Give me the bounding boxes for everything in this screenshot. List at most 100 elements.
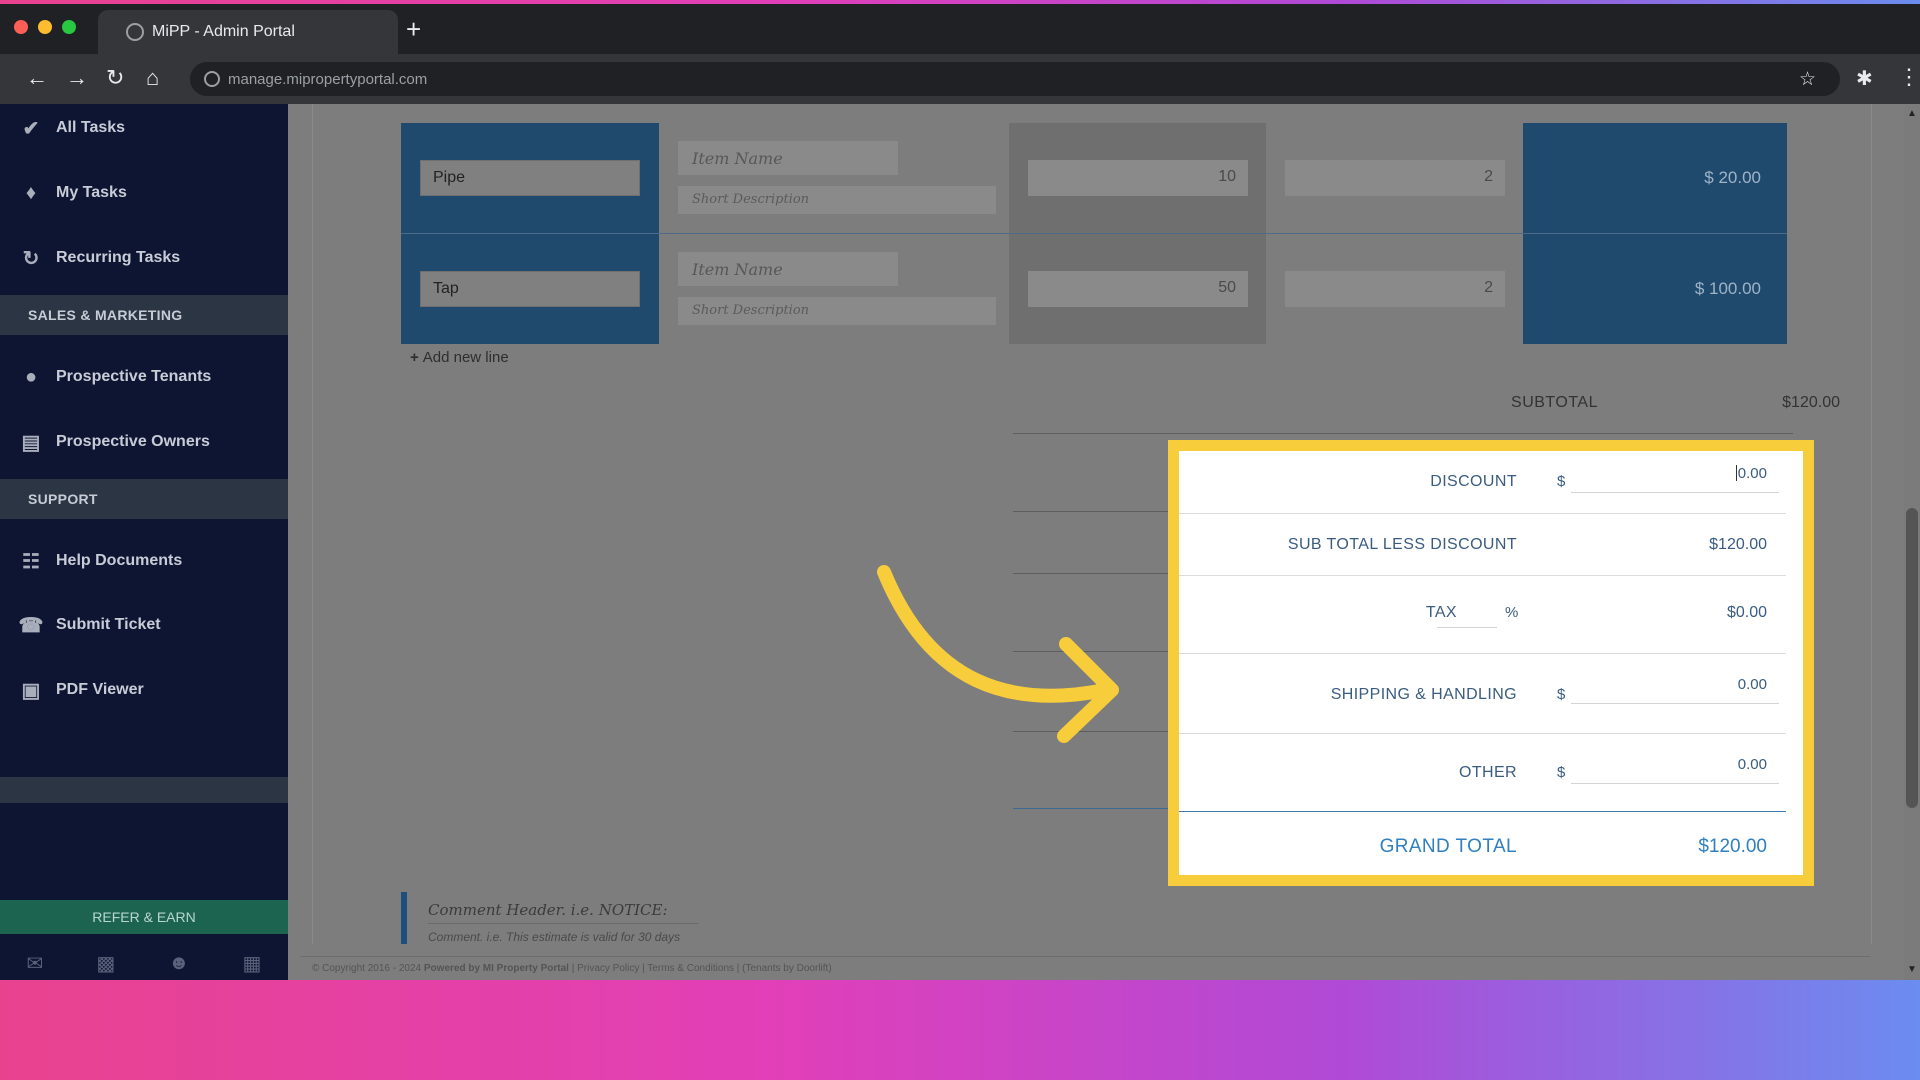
item-name-input[interactable]: Item Name [678, 141, 898, 175]
line-item-amount: $ 20.00 [1523, 123, 1787, 233]
subtotal-value: $120.00 [1782, 394, 1840, 411]
sidebar-section-sales: SALES & MARKETING [0, 295, 288, 335]
sidebar-item-label: Help Documents [56, 552, 183, 569]
user-icon[interactable]: ☻ [168, 952, 189, 975]
users-icon: ● [24, 365, 38, 388]
minimize-window-button[interactable] [38, 20, 52, 34]
comment-accent-bar [401, 892, 407, 944]
sub-total-less-discount-label: SUB TOTAL LESS DISCOUNT [1287, 536, 1517, 553]
discount-label: DISCOUNT [1430, 473, 1517, 490]
line-item-rate-cell: 2 [1266, 123, 1523, 233]
shipping-input[interactable]: 0.00 [1571, 672, 1779, 704]
line-item-row: Pipe Item Name Short Description 10 2 $ … [401, 123, 1787, 233]
currency-symbol: $ [1557, 473, 1566, 490]
scroll-thumb[interactable] [1906, 508, 1918, 808]
other-row: OTHER $ 0.00 [1179, 734, 1803, 811]
sub-total-less-discount-value: $120.00 [1709, 536, 1767, 553]
refresh-icon: ↻ [22, 247, 40, 270]
back-icon[interactable]: ← [26, 66, 48, 90]
comment-header-input[interactable]: Comment Header. i.e. NOTICE: [428, 901, 698, 924]
other-label: OTHER [1459, 764, 1517, 781]
line-item-rate-input[interactable]: 2 [1285, 271, 1505, 307]
line-item-name-input[interactable]: Pipe [420, 160, 640, 196]
line-item-name-input[interactable]: Tap [420, 271, 640, 307]
sidebar: ✔ All Tasks ♦ My Tasks ↻ Recurring Tasks… [0, 104, 288, 980]
tab-strip: MiPP - Admin Portal + [0, 4, 1920, 54]
other-input[interactable]: 0.00 [1571, 752, 1779, 784]
add-new-line-link[interactable]: + Add new line [410, 349, 509, 366]
url-text: manage.mipropertyportal.com [228, 70, 428, 88]
sidebar-item-label: Submit Ticket [56, 616, 161, 633]
briefcase-icon[interactable]: ▩ [96, 951, 115, 976]
sidebar-item-submit-ticket[interactable]: ☎ Submit Ticket [0, 597, 288, 653]
tenants-credit: (Tenants by Doorlift) [742, 963, 832, 974]
sidebar-item-help-documents[interactable]: ☷ Help Documents [0, 533, 288, 589]
tax-percent-symbol: % [1505, 604, 1519, 621]
sidebar-item-pdf-viewer[interactable]: ▣ PDF Viewer [0, 662, 288, 718]
new-tab-button[interactable]: + [406, 16, 421, 42]
tag-icon: ♦ [25, 181, 37, 204]
site-info-icon[interactable] [204, 71, 220, 87]
line-item-qty-input[interactable]: 10 [1028, 160, 1248, 196]
home-icon[interactable]: ⌂ [146, 66, 159, 90]
sidebar-item-prospective-owners[interactable]: ▤ Prospective Owners [0, 414, 288, 470]
tax-value: $0.00 [1726, 604, 1767, 621]
line-item-desc-cell: Item Name Short Description [659, 234, 1009, 344]
page-scrollbar[interactable]: ▲ ▼ [1904, 104, 1920, 980]
close-window-button[interactable] [14, 20, 28, 34]
maximize-window-button[interactable] [62, 20, 76, 34]
sidebar-item-label: My Tasks [56, 184, 127, 201]
powered-by-link[interactable]: Powered by MI Property Portal [424, 963, 569, 974]
footer-links[interactable]: | Privacy Policy | Terms & Conditions | [572, 963, 740, 974]
sidebar-item-my-tasks[interactable]: ♦ My Tasks [0, 165, 288, 221]
currency-symbol: $ [1557, 686, 1566, 703]
sidebar-item-all-tasks[interactable]: ✔ All Tasks [0, 104, 288, 152]
divider [1013, 573, 1173, 574]
extensions-icon[interactable]: ✱ [1856, 66, 1873, 91]
scroll-up-icon[interactable]: ▲ [1907, 108, 1917, 119]
discount-row: DISCOUNT $ 0.00 [1179, 451, 1803, 513]
page-footer: © Copyright 2016 - 2024 Powered by MI Pr… [312, 963, 832, 974]
reload-icon[interactable]: ↻ [106, 66, 124, 90]
line-item-qty-input[interactable]: 50 [1028, 271, 1248, 307]
bookmark-star-icon[interactable]: ☆ [1799, 68, 1816, 91]
calculator-icon[interactable]: ▦ [243, 951, 262, 976]
sidebar-item-label: Prospective Tenants [56, 368, 212, 385]
line-item-rate-input[interactable]: 2 [1285, 160, 1505, 196]
short-description-input[interactable]: Short Description [678, 297, 996, 325]
item-name-input[interactable]: Item Name [678, 252, 898, 286]
check-icon: ✔ [22, 117, 40, 140]
line-item-desc-cell: Item Name Short Description [659, 123, 1009, 233]
discount-input[interactable]: 0.00 [1571, 461, 1779, 493]
page-viewport: ✔ All Tasks ♦ My Tasks ↻ Recurring Tasks… [0, 104, 1920, 980]
forward-icon[interactable]: → [66, 66, 88, 90]
tax-rate-input[interactable] [1437, 598, 1497, 628]
scroll-down-icon[interactable]: ▼ [1907, 964, 1917, 975]
browser-tab[interactable]: MiPP - Admin Portal [98, 10, 398, 54]
headset-icon: ☎ [18, 614, 44, 637]
sidebar-bottom-bar: ✉ ▩ ☻ ▦ [0, 946, 288, 980]
sidebar-item-recurring-tasks[interactable]: ↻ Recurring Tasks [0, 230, 288, 286]
grand-total-value: $120.00 [1698, 836, 1767, 857]
add-new-line-label: Add new line [422, 349, 509, 366]
line-item-name-cell: Pipe [401, 123, 659, 233]
divider [1013, 511, 1173, 512]
globe-icon [126, 23, 144, 41]
sidebar-divider [0, 777, 288, 803]
sidebar-section-support: SUPPORT [0, 479, 288, 519]
mail-icon[interactable]: ✉ [27, 951, 44, 976]
totals-highlight-box: DISCOUNT $ 0.00 SUB TOTAL LESS DISCOUNT … [1168, 440, 1814, 886]
refer-and-earn-button[interactable]: REFER & EARN [0, 900, 288, 934]
copyright-text: © Copyright 2016 - 2024 [312, 963, 422, 974]
comment-body-input[interactable]: Comment. i.e. This estimate is valid for… [428, 930, 680, 944]
address-bar[interactable]: manage.mipropertyportal.com ☆ [190, 62, 1840, 96]
divider [1013, 433, 1793, 434]
footer-divider [300, 956, 1870, 957]
sidebar-item-prospective-tenants[interactable]: ● Prospective Tenants [0, 349, 288, 405]
browser-menu-icon[interactable]: ⋮ [1898, 64, 1920, 90]
sidebar-item-label: All Tasks [56, 119, 126, 136]
short-description-input[interactable]: Short Description [678, 186, 996, 214]
id-card-icon: ▤ [21, 431, 41, 454]
discount-value: 0.00 [1737, 465, 1767, 482]
divider [1013, 731, 1173, 732]
